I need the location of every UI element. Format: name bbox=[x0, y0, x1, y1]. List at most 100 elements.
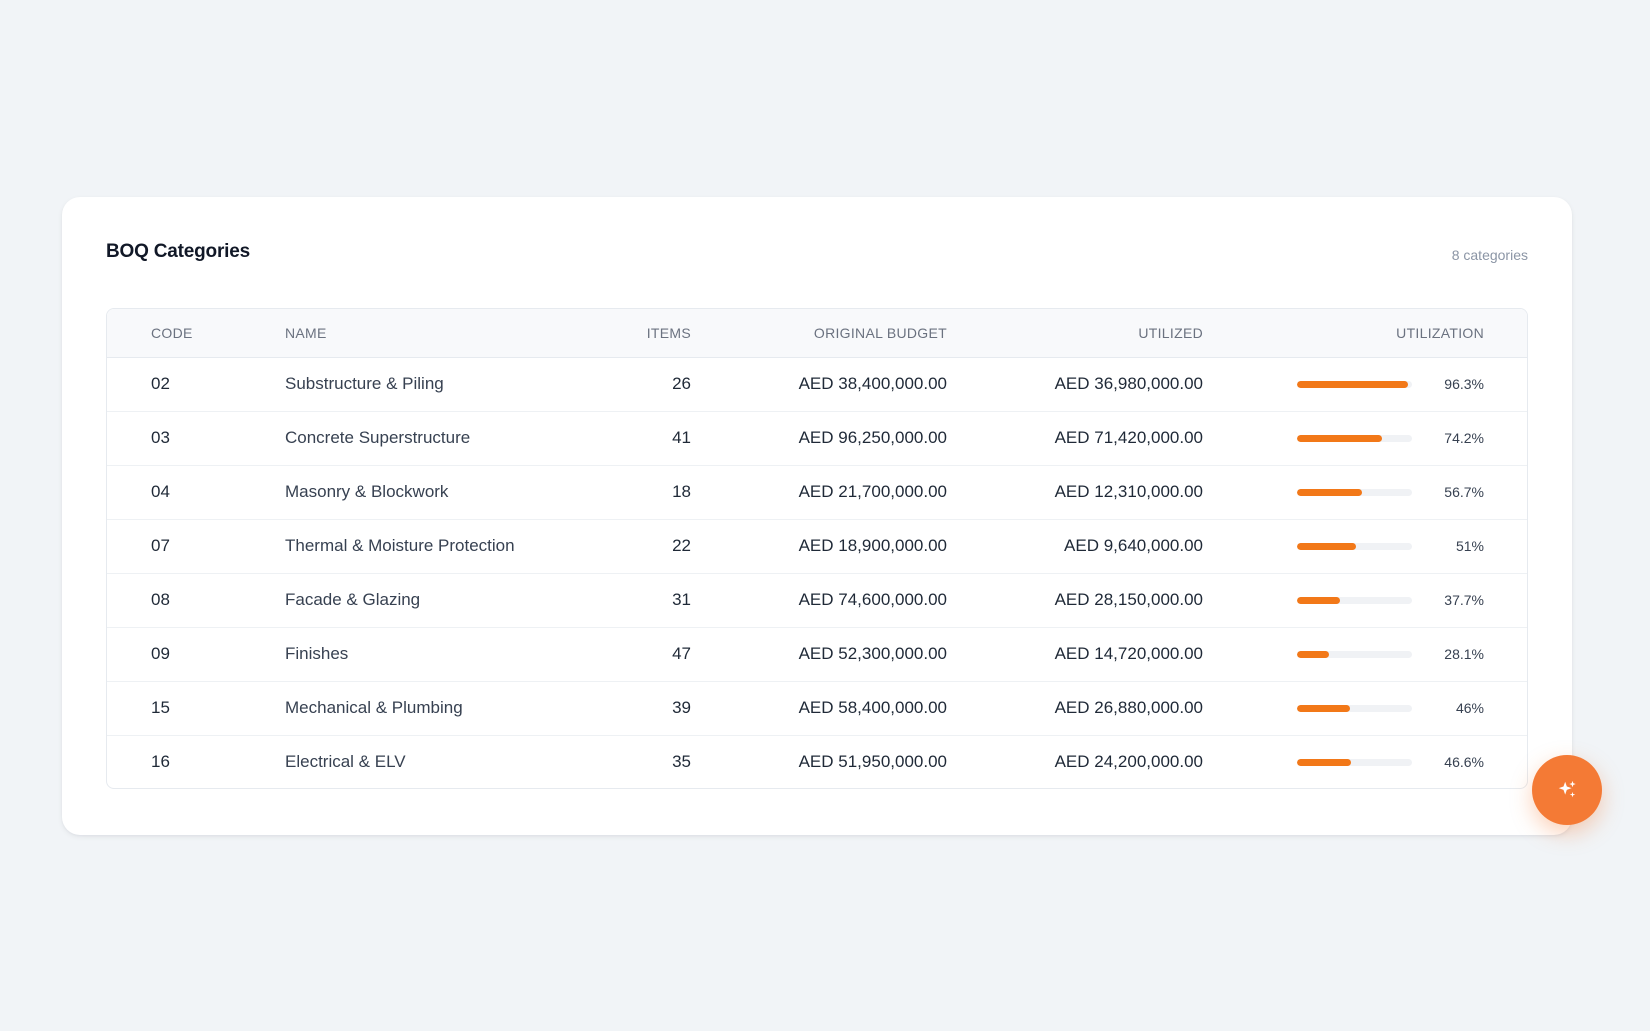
utilization-bar-track bbox=[1297, 704, 1412, 712]
utilization-bar-fill bbox=[1297, 434, 1383, 442]
row-original-budget: AED 58,400,000.00 bbox=[691, 680, 947, 735]
utilization-percent: 51% bbox=[1455, 538, 1484, 554]
row-original-budget: AED 18,900,000.00 bbox=[691, 518, 947, 573]
utilization-percent: 28.1% bbox=[1444, 646, 1484, 662]
header-items[interactable]: ITEMS bbox=[581, 309, 691, 358]
row-items: 39 bbox=[581, 680, 691, 735]
utilization-percent: 74.2% bbox=[1444, 430, 1484, 446]
header-code[interactable]: CODE bbox=[107, 309, 285, 358]
category-count: 8 categories bbox=[1451, 247, 1528, 263]
table-row[interactable]: 08 Facade & Glazing 31 AED 74,600,000.00 AED… bbox=[107, 572, 1527, 627]
row-utilization: 37.7% bbox=[1203, 572, 1527, 627]
utilization-percent: 46.6% bbox=[1444, 754, 1484, 771]
row-code: 03 bbox=[107, 410, 285, 465]
row-items: 41 bbox=[581, 410, 691, 465]
row-code: 02 bbox=[151, 374, 170, 393]
table-row[interactable]: 09 Finishes 47 AED 52,300,000.00 AED 14,720,… bbox=[107, 626, 1527, 681]
row-name: Thermal & Moisture Protection bbox=[285, 518, 581, 573]
table-header-row: CODE NAME ITEMS ORIGINAL BUDGET UTILIZED… bbox=[107, 309, 1527, 358]
row-utilization: 46.6% bbox=[1203, 734, 1527, 788]
row-items: 47 bbox=[581, 626, 691, 681]
utilization-percent: 96.3% bbox=[1444, 376, 1484, 392]
utilization-cell: 74.2% bbox=[1203, 430, 1484, 446]
row-items: 22 bbox=[581, 518, 691, 573]
utilization-bar-fill bbox=[1297, 488, 1363, 496]
row-code: 09 bbox=[107, 626, 285, 681]
row-utilized: AED 9,640,000.00 bbox=[947, 518, 1203, 573]
row-utilization: 96.3% bbox=[1203, 357, 1527, 411]
utilization-cell: 46.6% bbox=[1203, 754, 1484, 770]
utilization-bar-fill bbox=[1297, 758, 1351, 766]
boq-categories-card: BOQ Categories 8 categories CODE NAME IT… bbox=[62, 197, 1572, 835]
utilization-percent: 56.7% bbox=[1444, 484, 1484, 500]
row-code: 04 bbox=[107, 464, 285, 519]
row-name: Finishes bbox=[285, 626, 581, 681]
row-original-budget: AED 38,400,000.00 bbox=[798, 374, 947, 393]
utilization-percent: 37.7% bbox=[1444, 592, 1484, 608]
table-row[interactable]: 03 Concrete Superstructure 41 AED 96,250,00… bbox=[107, 410, 1527, 465]
row-name: Mechanical & Plumbing bbox=[285, 680, 581, 735]
row-original-budget: AED 96,250,000.00 bbox=[691, 410, 947, 465]
row-name: Concrete Superstructure bbox=[285, 410, 581, 465]
row-utilization: 56.7% bbox=[1203, 464, 1527, 519]
utilization-bar-track bbox=[1297, 758, 1412, 766]
row-utilized: AED 26,880,000.00 bbox=[947, 680, 1203, 735]
row-utilized: AED 24,200,000.00 bbox=[947, 734, 1203, 788]
utilization-bar-track bbox=[1297, 542, 1412, 550]
row-original-budget: AED 21,700,000.00 bbox=[691, 464, 947, 519]
sparkles-icon bbox=[1558, 780, 1576, 798]
row-code: 16 bbox=[107, 734, 285, 788]
utilization-bar-fill bbox=[1297, 596, 1341, 604]
table-row[interactable]: 04 Masonry & Blockwork 18 AED 21,700,000.00… bbox=[107, 464, 1527, 519]
row-original-budget: AED 51,950,000.00 bbox=[691, 734, 947, 788]
utilization-bar-track bbox=[1297, 596, 1412, 604]
header-original-budget[interactable]: ORIGINAL BUDGET bbox=[691, 309, 947, 358]
card-title: BOQ Categories bbox=[106, 241, 250, 262]
utilization-bar-fill bbox=[1297, 542, 1356, 550]
row-items: 35 bbox=[581, 734, 691, 788]
table-row[interactable]: 07 Thermal & Moisture Protection 22 AED 18,… bbox=[107, 518, 1527, 573]
row-code: 07 bbox=[107, 518, 285, 573]
utilization-bar-track bbox=[1297, 434, 1412, 442]
row-utilized: AED 12,310,000.00 bbox=[947, 464, 1203, 519]
row-name: Electrical & ELV bbox=[285, 734, 581, 788]
utilization-bar-fill bbox=[1297, 650, 1330, 658]
row-original-budget: AED 74,600,000.00 bbox=[691, 572, 947, 627]
row-utilization: 51% bbox=[1203, 518, 1527, 573]
table-row[interactable]: 02 Substructure & Piling 26 AED 38,400,000.… bbox=[107, 357, 1527, 411]
row-utilized: AED 36,980,000.00 bbox=[1054, 374, 1203, 393]
row-name: Substructure & Piling bbox=[285, 374, 444, 393]
utilization-bar-track bbox=[1297, 380, 1412, 388]
table-row[interactable]: 16 Electrical & ELV 35 AED 51,950,000.00 AED… bbox=[107, 734, 1527, 788]
utilization-percent: 46% bbox=[1455, 700, 1484, 716]
utilization-cell: 46% bbox=[1203, 700, 1484, 716]
row-utilization: 46% bbox=[1203, 680, 1527, 735]
row-utilized: AED 71,420,000.00 bbox=[947, 410, 1203, 465]
row-items: 26 bbox=[672, 374, 691, 393]
utilization-bar-fill bbox=[1297, 380, 1408, 388]
utilization-bar-track bbox=[1297, 650, 1412, 658]
header-name[interactable]: NAME bbox=[285, 309, 581, 358]
header-utilization[interactable]: UTILIZATION bbox=[1203, 309, 1527, 358]
row-utilization: 28.1% bbox=[1203, 626, 1527, 681]
utilization-bar-track bbox=[1297, 488, 1412, 496]
header-utilized[interactable]: UTILIZED bbox=[947, 309, 1203, 358]
row-items: 18 bbox=[581, 464, 691, 519]
ai-assistant-button[interactable] bbox=[1532, 755, 1602, 825]
utilization-cell: 51% bbox=[1203, 538, 1484, 554]
row-code: 08 bbox=[107, 572, 285, 627]
row-original-budget: AED 52,300,000.00 bbox=[691, 626, 947, 681]
utilization-cell: 96.3% bbox=[1203, 376, 1484, 392]
card-header: BOQ Categories 8 categories bbox=[106, 241, 1528, 271]
row-utilized: AED 28,150,000.00 bbox=[947, 572, 1203, 627]
table-row[interactable]: 15 Mechanical & Plumbing 39 AED 58,400,000.… bbox=[107, 680, 1527, 735]
row-utilized: AED 14,720,000.00 bbox=[947, 626, 1203, 681]
row-utilization: 74.2% bbox=[1203, 410, 1527, 465]
categories-table: CODE NAME ITEMS ORIGINAL BUDGET UTILIZED… bbox=[106, 308, 1528, 789]
utilization-bar-fill bbox=[1297, 704, 1350, 712]
utilization-cell: 37.7% bbox=[1203, 592, 1484, 608]
row-items: 31 bbox=[581, 572, 691, 627]
utilization-cell: 28.1% bbox=[1203, 646, 1484, 662]
row-name: Masonry & Blockwork bbox=[285, 464, 581, 519]
utilization-cell: 56.7% bbox=[1203, 484, 1484, 500]
